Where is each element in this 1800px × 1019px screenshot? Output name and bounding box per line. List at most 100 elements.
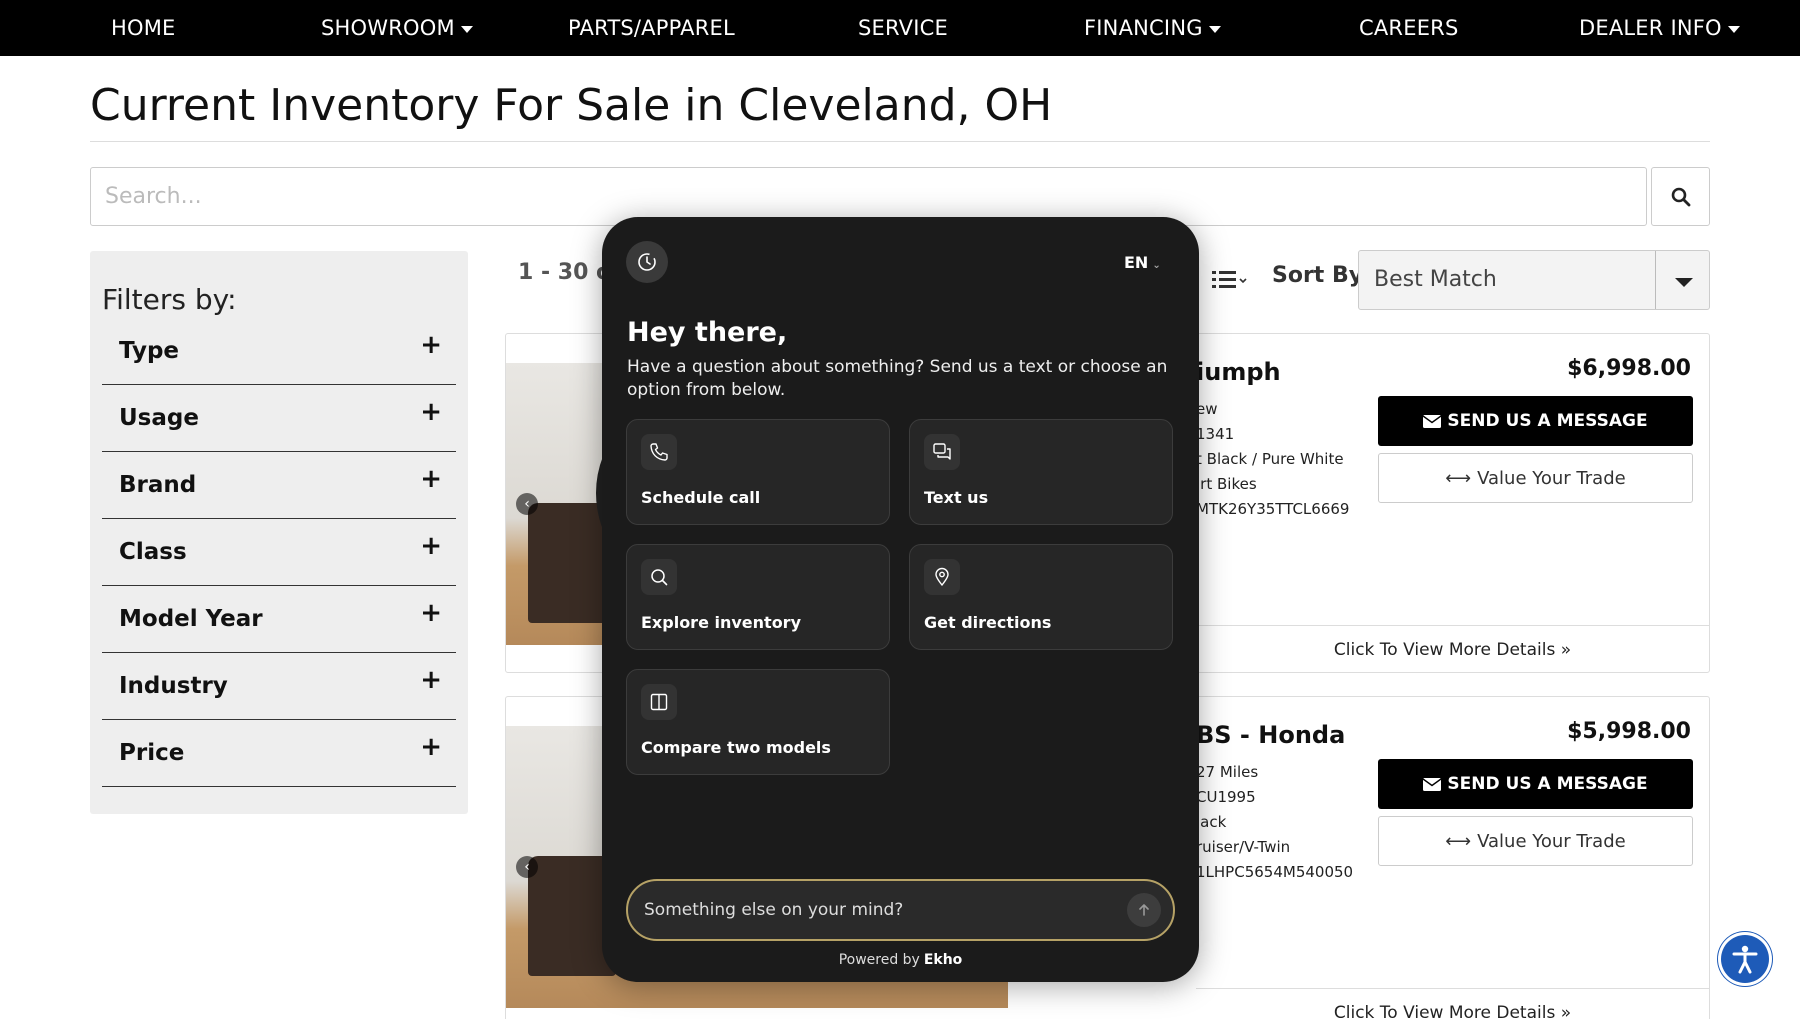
map-pin-icon bbox=[924, 559, 960, 595]
option-explore-inventory[interactable]: Explore inventory bbox=[626, 544, 890, 650]
powered-by: Powered by Ekho bbox=[602, 952, 1199, 968]
send-message-button[interactable]: SEND US A MESSAGE bbox=[1378, 759, 1693, 809]
chat-input-wrapper bbox=[626, 879, 1175, 941]
search-icon bbox=[641, 559, 677, 595]
brand-name[interactable]: Ekho bbox=[924, 952, 962, 968]
plus-icon: + bbox=[420, 598, 442, 628]
sort-value: Best Match bbox=[1374, 267, 1497, 292]
nav-showroom-label: SHOWROOM bbox=[321, 16, 455, 40]
nav-careers[interactable]: CAREERS bbox=[1359, 0, 1458, 56]
arrows-horizontal-icon: ⟷ bbox=[1445, 830, 1472, 852]
chat-message-input[interactable] bbox=[644, 889, 1114, 931]
nav-parts-label: PARTS/APPAREL bbox=[568, 16, 735, 40]
option-label: Text us bbox=[924, 488, 989, 507]
envelope-icon bbox=[1423, 414, 1442, 428]
nav-service[interactable]: SERVICE bbox=[858, 0, 948, 56]
option-label: Explore inventory bbox=[641, 613, 801, 632]
language-value: EN bbox=[1124, 253, 1149, 272]
filter-label: Brand bbox=[119, 472, 197, 498]
filter-usage[interactable]: Usage + bbox=[102, 385, 456, 452]
view-details-link[interactable]: Click To View More Details » bbox=[1196, 988, 1709, 1019]
sort-select[interactable]: Best Match bbox=[1358, 250, 1710, 310]
filters-panel: Filters by: Type + Usage + Brand + Class + M… bbox=[90, 251, 468, 814]
listing-title[interactable]: iumph bbox=[1196, 358, 1281, 386]
top-nav: HOME SHOWROOM PARTS/APPAREL SERVICE FINA… bbox=[0, 0, 1800, 56]
nav-dealer-info[interactable]: DEALER INFO bbox=[1579, 0, 1740, 56]
accessibility-icon bbox=[1732, 945, 1758, 974]
plus-icon: + bbox=[420, 665, 442, 695]
value-trade-button[interactable]: ⟷ Value Your Trade bbox=[1378, 453, 1693, 503]
sort-label: Sort By: bbox=[1272, 263, 1372, 288]
filter-class[interactable]: Class + bbox=[102, 519, 456, 586]
filters-title: Filters by: bbox=[102, 283, 237, 316]
nav-home[interactable]: HOME bbox=[111, 0, 176, 56]
nav-parts-apparel[interactable]: PARTS/APPAREL bbox=[568, 0, 735, 56]
send-message-label: SEND US A MESSAGE bbox=[1447, 774, 1648, 794]
option-compare-models[interactable]: Compare two models bbox=[626, 669, 890, 775]
value-trade-label: Value Your Trade bbox=[1477, 467, 1626, 489]
filter-type[interactable]: Type + bbox=[102, 318, 456, 385]
filter-label: Class bbox=[119, 539, 187, 565]
filter-label: Model Year bbox=[119, 606, 263, 632]
value-trade-button[interactable]: ⟷ Value Your Trade bbox=[1378, 816, 1693, 866]
filter-brand[interactable]: Brand + bbox=[102, 452, 456, 519]
plus-icon: + bbox=[420, 531, 442, 561]
filter-label: Industry bbox=[119, 673, 228, 699]
view-details-link[interactable]: Click To View More Details » bbox=[1196, 625, 1709, 673]
divider bbox=[1655, 251, 1656, 309]
nav-dealer-label: DEALER INFO bbox=[1579, 16, 1722, 40]
nav-service-label: SERVICE bbox=[858, 16, 948, 40]
history-button[interactable] bbox=[626, 241, 668, 283]
option-label: Get directions bbox=[924, 613, 1052, 632]
listing-spec: ew bbox=[1196, 400, 1218, 418]
chat-widget: EN ⌄ Hey there, Have a question about som… bbox=[602, 217, 1199, 982]
option-text-us[interactable]: Text us bbox=[909, 419, 1173, 525]
plus-icon: + bbox=[420, 464, 442, 494]
chevron-down-icon bbox=[1727, 25, 1740, 33]
nav-financing[interactable]: FINANCING bbox=[1084, 0, 1221, 56]
listing-price: $6,998.00 bbox=[1567, 356, 1691, 381]
option-get-directions[interactable]: Get directions bbox=[909, 544, 1173, 650]
listing-spec: MTK26Y35TTCL6669 bbox=[1196, 500, 1350, 518]
filter-industry[interactable]: Industry + bbox=[102, 653, 456, 720]
arrows-horizontal-icon: ⟷ bbox=[1445, 467, 1472, 489]
send-message-label: SEND US A MESSAGE bbox=[1447, 411, 1648, 431]
filter-label: Type bbox=[119, 338, 180, 364]
chevron-down-icon bbox=[460, 25, 473, 33]
search-button[interactable] bbox=[1651, 167, 1710, 226]
chat-greeting: Hey there, bbox=[627, 317, 788, 348]
listing-price: $5,998.00 bbox=[1567, 719, 1691, 744]
accessibility-button[interactable] bbox=[1721, 935, 1769, 983]
filter-price[interactable]: Price + bbox=[102, 720, 456, 787]
listing-spec: 1LHPC5654M540050 bbox=[1196, 863, 1354, 881]
chat-subtitle: Have a question about something? Send us… bbox=[627, 357, 1168, 400]
nav-financing-label: FINANCING bbox=[1084, 16, 1203, 40]
envelope-icon bbox=[1423, 777, 1442, 791]
language-select[interactable]: EN ⌄ bbox=[1124, 253, 1161, 272]
divider bbox=[90, 141, 1710, 142]
option-label: Schedule call bbox=[641, 488, 761, 507]
send-button[interactable] bbox=[1127, 893, 1161, 927]
listing-title[interactable]: BS - Honda bbox=[1196, 721, 1345, 749]
phone-icon bbox=[641, 434, 677, 470]
prev-arrow-icon[interactable]: ‹ bbox=[516, 493, 538, 515]
listing-spec: lack bbox=[1196, 813, 1227, 831]
history-icon bbox=[638, 253, 656, 271]
chevron-down-icon bbox=[1208, 25, 1221, 33]
option-schedule-call[interactable]: Schedule call bbox=[626, 419, 890, 525]
arrow-up-icon bbox=[1139, 904, 1149, 916]
filter-model-year[interactable]: Model Year + bbox=[102, 586, 456, 653]
chat-bubbles-icon bbox=[924, 434, 960, 470]
plus-icon: + bbox=[420, 397, 442, 427]
page-title: Current Inventory For Sale in Cleveland,… bbox=[90, 80, 1053, 131]
prev-arrow-icon[interactable]: ‹ bbox=[516, 856, 538, 878]
plus-icon: + bbox=[420, 330, 442, 360]
columns-icon bbox=[641, 684, 677, 720]
list-icon bbox=[1212, 271, 1247, 288]
filter-label: Usage bbox=[119, 405, 199, 431]
list-view-toggle[interactable] bbox=[1212, 270, 1250, 294]
send-message-button[interactable]: SEND US A MESSAGE bbox=[1378, 396, 1693, 446]
value-trade-label: Value Your Trade bbox=[1477, 830, 1626, 852]
nav-showroom[interactable]: SHOWROOM bbox=[321, 0, 473, 56]
listing-spec: 27 Miles bbox=[1196, 763, 1259, 781]
